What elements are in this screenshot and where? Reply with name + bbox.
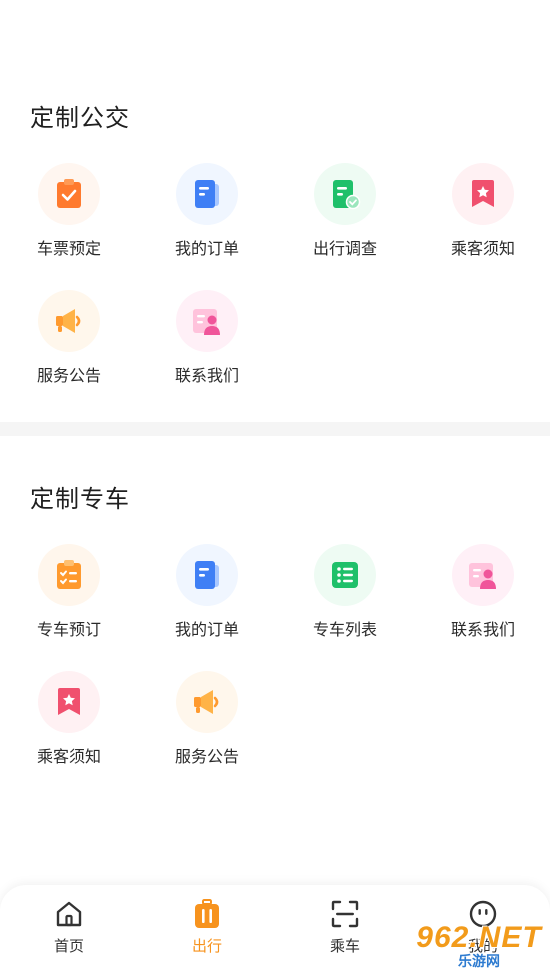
tab-ride-label: 乘车 (329, 938, 360, 955)
home-icon (56, 901, 82, 927)
bus-ticket-booking-button[interactable]: 车票预定 (0, 163, 138, 273)
car-item-label: 乘客须知 (36, 749, 101, 766)
document-icon (176, 163, 238, 225)
car-booking-button[interactable]: 专车预订 (0, 544, 138, 654)
car-service-announcement-button[interactable]: 服务公告 (138, 671, 276, 781)
car-item-label: 服务公告 (174, 749, 239, 766)
section-divider (0, 422, 550, 436)
car-list-button[interactable]: 专车列表 (276, 544, 414, 654)
bus-section-title: 定制公交 (30, 105, 130, 132)
tab-travel-label: 出行 (191, 938, 222, 955)
tab-home-label: 首页 (53, 938, 84, 955)
car-my-orders-button[interactable]: 我的订单 (138, 544, 276, 654)
watermark-top-text: 962.NET (416, 921, 542, 954)
bus-passenger-notice-button[interactable]: 乘客须知 (414, 163, 550, 273)
bus-travel-survey-button[interactable]: 出行调查 (276, 163, 414, 273)
document-icon (176, 544, 238, 606)
bus-section: 定制公交 车票预定 我的订单 出行调查 乘客须知 服务公告 联系我们 (0, 0, 550, 422)
bookmark-star-icon (38, 671, 100, 733)
car-section-title: 定制专车 (30, 486, 130, 513)
luggage-icon (195, 899, 219, 928)
watermark-bottom-text: 乐游网 (458, 953, 500, 969)
tab-travel[interactable]: 出行 (152, 899, 262, 969)
car-item-label: 我的订单 (174, 622, 239, 639)
megaphone-icon (38, 290, 100, 352)
bus-my-orders-button[interactable]: 我的订单 (138, 163, 276, 273)
tab-ride[interactable]: 乘车 (290, 899, 400, 969)
car-passenger-notice-button[interactable]: 乘客须知 (0, 671, 138, 781)
bus-service-announcement-button[interactable]: 服务公告 (0, 290, 138, 400)
megaphone-icon (176, 671, 238, 733)
bus-item-label: 服务公告 (36, 368, 101, 385)
scan-icon (331, 900, 359, 928)
bookmark-star-icon (452, 163, 514, 225)
checklist-icon (38, 544, 100, 606)
bus-item-label: 我的订单 (174, 241, 239, 258)
contact-card-icon (176, 290, 238, 352)
bus-item-label: 联系我们 (174, 368, 239, 385)
bus-contact-us-button[interactable]: 联系我们 (138, 290, 276, 400)
clipboard-check-icon (38, 163, 100, 225)
car-item-label: 专车预订 (36, 622, 101, 639)
car-item-label: 联系我们 (450, 622, 515, 639)
bus-item-label: 车票预定 (36, 241, 101, 258)
car-contact-us-button[interactable]: 联系我们 (414, 544, 550, 654)
car-section: 定制专车 专车预订 我的订单 专车列表 联系我们 乘客须知 服务公告 (0, 436, 550, 885)
car-item-label: 专车列表 (312, 622, 377, 639)
tab-home[interactable]: 首页 (14, 899, 124, 969)
contact-card-icon (452, 544, 514, 606)
list-icon (314, 544, 376, 606)
bus-item-label: 乘客须知 (450, 241, 515, 258)
survey-check-icon (314, 163, 376, 225)
bus-item-label: 出行调查 (312, 241, 377, 258)
watermark-logo: 962.NET 乐游网 (412, 922, 546, 970)
